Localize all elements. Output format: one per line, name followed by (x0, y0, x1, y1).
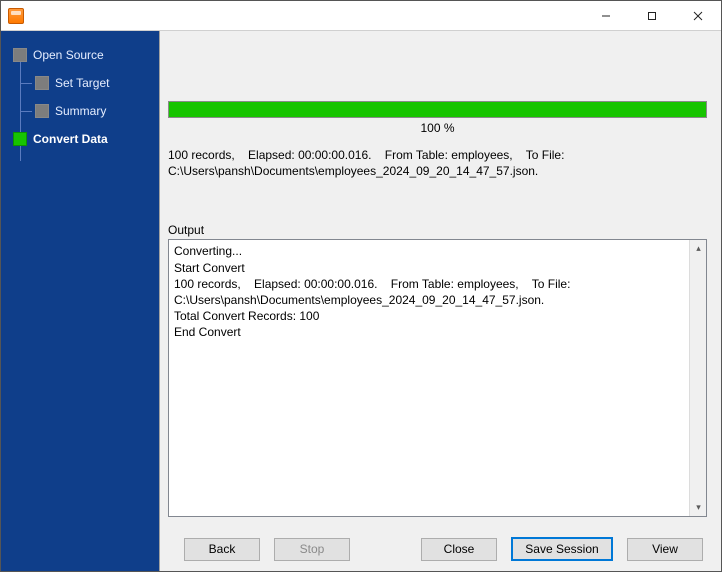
titlebar (1, 1, 721, 31)
progress-percent: 100 % (168, 121, 707, 135)
view-button[interactable]: View (627, 538, 703, 561)
step-label: Set Target (55, 76, 109, 90)
close-window-button[interactable] (675, 1, 721, 31)
sidebar-item-summary[interactable]: Summary (1, 97, 159, 125)
step-icon (35, 76, 49, 90)
button-row: Back Stop Close Save Session View (160, 527, 721, 571)
output-text[interactable]: Converting... Start Convert 100 records,… (169, 240, 689, 516)
status-text: 100 records, Elapsed: 00:00:00.016. From… (168, 147, 707, 179)
sidebar-item-set-target[interactable]: Set Target (1, 69, 159, 97)
sidebar-item-open-source[interactable]: Open Source (1, 41, 159, 69)
back-button[interactable]: Back (184, 538, 260, 561)
progress-bar (168, 101, 707, 118)
save-session-button[interactable]: Save Session (511, 537, 613, 561)
maximize-button[interactable] (629, 1, 675, 31)
step-label: Open Source (33, 48, 104, 62)
output-box: Converting... Start Convert 100 records,… (168, 239, 707, 517)
output-scrollbar[interactable]: ▴ ▾ (689, 240, 706, 516)
wizard-sidebar: Open Source Set Target Summary Convert D… (1, 31, 159, 571)
sidebar-item-convert-data[interactable]: Convert Data (1, 125, 159, 153)
minimize-button[interactable] (583, 1, 629, 31)
close-button[interactable]: Close (421, 538, 497, 561)
step-label: Summary (55, 104, 106, 118)
scroll-down-icon[interactable]: ▾ (690, 499, 707, 516)
step-icon (13, 48, 27, 62)
output-label: Output (168, 223, 707, 237)
stop-button: Stop (274, 538, 350, 561)
step-icon (35, 104, 49, 118)
step-icon (13, 132, 27, 146)
main-panel: 100 % 100 records, Elapsed: 00:00:00.016… (159, 31, 721, 571)
app-icon (8, 8, 24, 24)
step-label: Convert Data (33, 132, 108, 146)
scroll-up-icon[interactable]: ▴ (690, 240, 707, 257)
